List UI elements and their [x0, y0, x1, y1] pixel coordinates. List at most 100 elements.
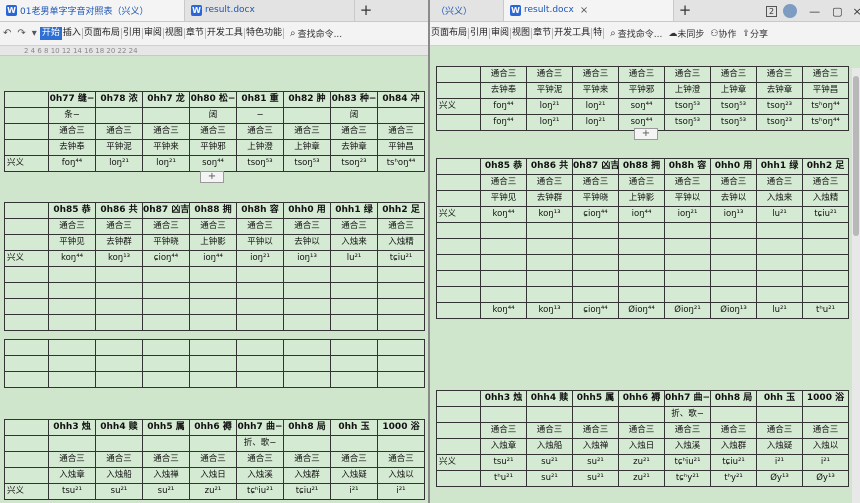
table-cell[interactable]: 平钟泥: [95, 139, 143, 156]
table-cell[interactable]: 通合三: [95, 123, 143, 140]
table-cell[interactable]: Øioŋ⁴⁴: [618, 302, 665, 319]
table-cell[interactable]: 通合三: [236, 451, 284, 468]
empty-cell[interactable]: [95, 371, 143, 388]
header-cell[interactable]: 0h85 恭: [480, 158, 527, 175]
row-label[interactable]: [436, 114, 481, 131]
table-cell[interactable]: i²¹: [802, 454, 849, 471]
table-cell[interactable]: loŋ²¹: [526, 114, 573, 131]
table-cell[interactable]: koŋ¹³: [95, 250, 143, 267]
header-cell[interactable]: 0hh8 局: [710, 390, 757, 407]
empty-cell[interactable]: [664, 222, 711, 239]
table-cell[interactable]: soŋ⁴⁴: [189, 155, 237, 172]
empty-cell[interactable]: [756, 254, 803, 271]
empty-cell[interactable]: [189, 298, 237, 315]
empty-cell[interactable]: [377, 371, 425, 388]
empty-cell[interactable]: [142, 339, 190, 356]
table-cell[interactable]: [283, 107, 331, 124]
table-cell[interactable]: [142, 435, 190, 452]
table-cell[interactable]: 通合三: [283, 218, 331, 235]
dropdown-icon[interactable]: ▾: [32, 28, 37, 39]
table-cell[interactable]: 平钟以: [664, 190, 711, 207]
table-cell[interactable]: tsoŋ⁵³: [664, 114, 711, 131]
table-cell[interactable]: tsoŋ⁵³: [664, 98, 711, 115]
empty-cell[interactable]: [710, 254, 757, 271]
table-cell[interactable]: [330, 435, 378, 452]
table-cell[interactable]: 通合三: [710, 66, 757, 83]
table-cell[interactable]: 通合三: [664, 174, 711, 191]
row-label[interactable]: [436, 422, 481, 439]
table-cell[interactable]: ioŋ¹³: [283, 250, 331, 267]
row-label[interactable]: [4, 218, 49, 235]
empty-cell[interactable]: [756, 270, 803, 287]
row-label[interactable]: [4, 298, 49, 315]
empty-cell[interactable]: [95, 355, 143, 372]
table-cell[interactable]: tsoŋ²³: [330, 155, 378, 172]
empty-cell[interactable]: [377, 282, 425, 299]
table-cell[interactable]: 通合三: [189, 218, 237, 235]
empty-cell[interactable]: [572, 270, 619, 287]
tab-result-doc[interactable]: Wresult.docx ×: [504, 0, 674, 21]
menu-review[interactable]: 审阅: [490, 28, 512, 39]
table-cell[interactable]: ioŋ⁴⁴: [618, 206, 665, 223]
table-cell[interactable]: i²¹: [330, 483, 378, 500]
add-row-button[interactable]: +: [634, 128, 658, 140]
table-cell[interactable]: [283, 435, 331, 452]
empty-cell[interactable]: [710, 270, 757, 287]
table-cell[interactable]: 通合三: [330, 218, 378, 235]
empty-cell[interactable]: [618, 254, 665, 271]
header-cell[interactable]: 0hh3 烛: [480, 390, 527, 407]
empty-cell[interactable]: [48, 282, 96, 299]
row-label[interactable]: 兴义: [436, 454, 481, 471]
table-cell[interactable]: koŋ¹³: [526, 302, 573, 319]
empty-cell[interactable]: [189, 266, 237, 283]
table-cell[interactable]: 通合三: [802, 174, 849, 191]
table-cell[interactable]: 入烛群: [710, 438, 757, 455]
table-cell[interactable]: loŋ²¹: [572, 114, 619, 131]
row-label[interactable]: [436, 470, 481, 487]
table-cell[interactable]: [710, 406, 757, 423]
table-cell[interactable]: ioŋ⁴⁴: [189, 250, 237, 267]
empty-cell[interactable]: [377, 298, 425, 315]
table-cell[interactable]: soŋ⁴⁴: [618, 98, 665, 115]
table-cell[interactable]: 通合三: [572, 422, 619, 439]
row-label[interactable]: [436, 174, 481, 191]
table-cell[interactable]: 通合三: [618, 174, 665, 191]
table-cell[interactable]: loŋ²¹: [526, 98, 573, 115]
row-label[interactable]: [4, 266, 49, 283]
table-cell[interactable]: [189, 435, 237, 452]
empty-cell[interactable]: [526, 270, 573, 287]
table-cell[interactable]: 上钟章: [710, 82, 757, 99]
empty-cell[interactable]: [142, 266, 190, 283]
table-cell[interactable]: tɕiu²¹: [802, 206, 849, 223]
table-cell[interactable]: tsoŋ⁵³: [710, 98, 757, 115]
empty-cell[interactable]: [480, 222, 527, 239]
empty-cell[interactable]: [572, 238, 619, 255]
table-cell[interactable]: 入烛日: [189, 467, 237, 484]
menu-layout[interactable]: 页面布局: [83, 28, 122, 39]
row-label[interactable]: [4, 282, 49, 299]
header-cell[interactable]: 0h87 凶吉: [142, 202, 190, 219]
empty-cell[interactable]: [283, 371, 331, 388]
table-cell[interactable]: 平钟见: [48, 234, 96, 251]
header-cell[interactable]: 0hh1 绿: [330, 202, 378, 219]
table-cell[interactable]: tʰu²¹: [802, 302, 849, 319]
table-cell[interactable]: 平钟晓: [142, 234, 190, 251]
header-cell[interactable]: 0h88 拥: [189, 202, 237, 219]
header-cell[interactable]: 0h81 重: [236, 91, 284, 108]
table-cell[interactable]: 通合三: [189, 123, 237, 140]
row-label[interactable]: [436, 238, 481, 255]
add-row-button[interactable]: +: [200, 171, 224, 183]
row-label[interactable]: [436, 406, 481, 423]
table-cell[interactable]: Øioŋ¹³: [710, 302, 757, 319]
table-cell[interactable]: 入烛来: [330, 234, 378, 251]
empty-cell[interactable]: [95, 298, 143, 315]
new-tab-button[interactable]: +: [355, 0, 377, 21]
table-cell[interactable]: tɕiu²¹: [377, 250, 425, 267]
table-cell[interactable]: koŋ⁴⁴: [48, 250, 96, 267]
table-cell[interactable]: [142, 107, 190, 124]
table-cell[interactable]: 通合三: [142, 123, 190, 140]
table-cell[interactable]: 通合三: [142, 451, 190, 468]
table-cell[interactable]: 入烛来: [756, 190, 803, 207]
empty-cell[interactable]: [48, 355, 96, 372]
row-label[interactable]: [4, 139, 49, 156]
